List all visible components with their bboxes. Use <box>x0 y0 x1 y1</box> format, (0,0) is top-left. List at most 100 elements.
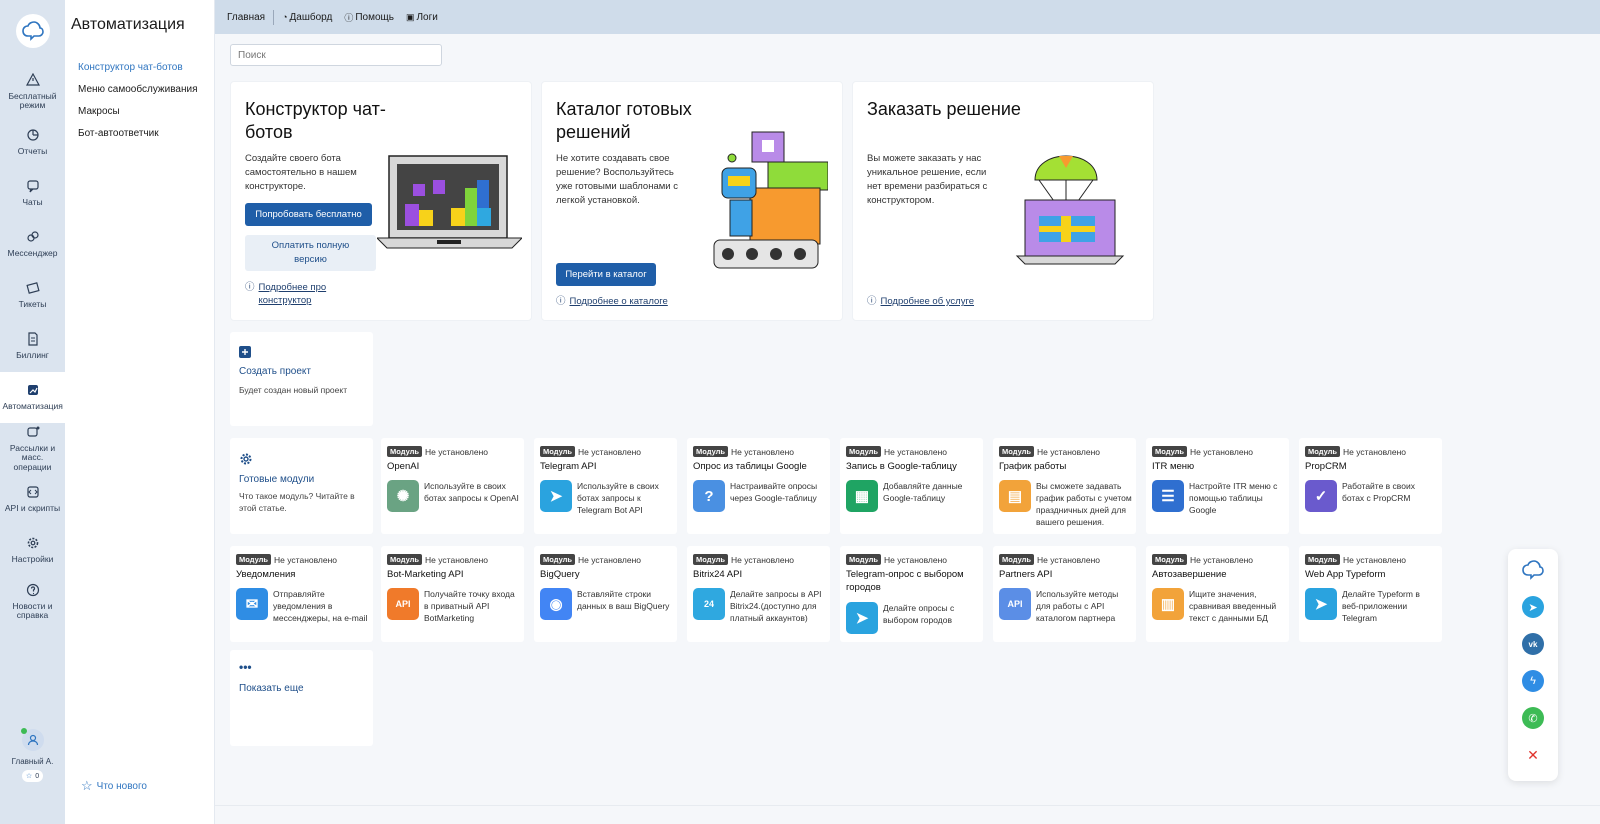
show-more-card[interactable]: ••• Показать еще <box>230 650 373 746</box>
module-status: Не установлено <box>1037 554 1101 565</box>
search-input[interactable] <box>230 44 442 66</box>
module-header: Модуль Не установлено <box>999 554 1100 565</box>
stars-badge[interactable]: ☆ 0 <box>21 770 44 782</box>
builder-more-link[interactable]: ⓘ Подробнее про конструктор <box>245 281 355 307</box>
rail-item-label: Чаты <box>22 197 43 208</box>
module-card[interactable]: Модуль Не установлено Bot-Marketing API API… <box>381 546 524 642</box>
menu-item-autoresponder[interactable]: Бот-автоответчик <box>78 128 214 139</box>
module-card[interactable]: Модуль Не установлено Partners API API Испол… <box>993 546 1136 642</box>
module-tag: Модуль <box>999 554 1035 565</box>
nav-help-label: Помощь <box>355 11 394 23</box>
catalog-more-link[interactable]: ⓘ Подробнее о каталоге <box>556 295 668 308</box>
menu-item-self-service[interactable]: Меню самообслуживания <box>78 84 214 95</box>
module-icon: ➤ <box>846 602 878 634</box>
rail-item-code[interactable]: API и скрипты <box>0 474 65 525</box>
menu-item-macros[interactable]: Макросы <box>78 106 214 117</box>
cloud-chat-icon <box>1522 560 1544 580</box>
close-icon: ✕ <box>1527 746 1539 763</box>
module-icon: ✉ <box>236 588 268 620</box>
avatar[interactable] <box>20 728 44 751</box>
module-card[interactable]: Модуль Не установлено Запись в Google-табл… <box>840 438 983 534</box>
module-header: Модуль Не установлено <box>693 446 794 457</box>
nav-help[interactable]: ⓘ Помощь <box>344 11 394 24</box>
ready-modules-title: Готовые модули <box>239 474 315 485</box>
robot-boxes-illustration <box>713 131 828 269</box>
order-more-link[interactable]: ⓘ Подробнее об услуге <box>867 295 974 308</box>
module-card[interactable]: Модуль Не установлено BigQuery ◉ Вставляйте … <box>534 546 677 642</box>
module-desc: Ищите значения, сравнивая введенный текс… <box>1189 589 1277 623</box>
automation-icon <box>26 383 40 397</box>
module-desc: Вставляйте строки данных в ваш BigQuery <box>577 589 670 611</box>
whatsapp-button[interactable]: ✆ <box>1522 707 1544 729</box>
module-desc: Добавляйте данные Google-таблицу <box>883 481 963 503</box>
rail-item-pie-chart[interactable]: Отчеты <box>0 117 65 168</box>
ready-modules-card[interactable]: Готовые модули Что такое модуль? Читайте… <box>230 438 373 534</box>
stars-count: 0 <box>35 772 40 780</box>
module-icon: 24 <box>693 588 725 620</box>
module-tag: Модуль <box>693 446 729 457</box>
module-desc: Делайте запросы в API Bitrix24.(доступно… <box>730 589 822 623</box>
module-card[interactable]: Модуль Не установлено Уведомления ✉ Отправля… <box>230 546 373 642</box>
module-name: OpenAI <box>387 461 420 472</box>
widget-logo-button[interactable] <box>1522 559 1544 581</box>
nav-home[interactable]: Главная <box>227 12 265 23</box>
section-title: Автоматизация <box>71 16 185 33</box>
module-tag: Модуль <box>846 554 882 565</box>
whats-new-link[interactable]: ☆ Что нового <box>81 778 147 794</box>
warning-icon <box>25 72 40 87</box>
close-widget-button[interactable]: ✕ <box>1522 744 1544 766</box>
messenger-icon <box>26 230 40 244</box>
messenger-button[interactable]: ϟ <box>1522 670 1544 692</box>
module-header: Модуль Не установлено <box>540 446 641 457</box>
nav-logs[interactable]: ▣ Логи <box>406 12 438 23</box>
module-name: Telegram-опрос с выбором городов <box>846 569 964 593</box>
module-name: Опрос из таблицы Google <box>693 461 807 472</box>
module-icon: API <box>387 588 419 620</box>
footer-divider <box>215 805 1600 806</box>
module-card[interactable]: Модуль Не установлено График работы ▤ Вы смо… <box>993 438 1136 534</box>
module-card[interactable]: Модуль Не установлено Telegram API ➤ Использ… <box>534 438 677 534</box>
pie-chart-icon <box>26 128 40 142</box>
star-icon: ☆ <box>25 773 33 780</box>
rail-item-help[interactable]: Новости и справка <box>0 576 65 627</box>
create-project-card[interactable]: Создать проект Будет создан новый проект <box>230 332 373 426</box>
module-card[interactable]: Модуль Не установлено Bitrix24 API 24 Делайт… <box>687 546 830 642</box>
module-tag: Модуль <box>236 554 272 565</box>
pay-full-button[interactable]: Оплатить полную версию <box>245 235 376 271</box>
rail-item-messenger[interactable]: Мессенджер <box>0 219 65 270</box>
module-status: Не установлено <box>884 554 948 565</box>
promo-text: Создайте своего бота самостоятельно в на… <box>245 153 357 192</box>
module-card[interactable]: Модуль Не установлено Telegram-опрос с выб… <box>840 546 983 642</box>
module-desc: Настройте ITR меню с помощью таблицы Goo… <box>1189 481 1278 515</box>
module-card[interactable]: Модуль Не установлено OpenAI ✺ Используйте в… <box>381 438 524 534</box>
module-header: Модуль Не установлено <box>1152 554 1253 565</box>
nav-dashboard[interactable]: ◔ Дашборд <box>282 12 332 23</box>
module-card[interactable]: Модуль Не установлено ITR меню ☰ Настройте I… <box>1146 438 1289 534</box>
module-card[interactable]: Модуль Не установлено Опрос из таблицы Goo… <box>687 438 830 534</box>
module-desc: Отправляйте уведомления в мессенджеры, н… <box>273 589 368 623</box>
module-card[interactable]: Модуль Не установлено PropCRM ✓ Работайте в … <box>1299 438 1442 534</box>
go-to-catalog-button[interactable]: Перейти в каталог <box>556 263 656 286</box>
main-content: Конструктор чат-ботов Создайте своего бо… <box>215 34 1600 824</box>
vk-button[interactable]: vk <box>1522 633 1544 655</box>
rail-item-automation[interactable]: Автоматизация <box>0 372 65 423</box>
telegram-button[interactable]: ➤ <box>1522 596 1544 618</box>
module-card[interactable]: Модуль Не установлено Web App Typeform ➤ Дел… <box>1299 546 1442 642</box>
laptop-tetris-illustration <box>377 155 522 249</box>
section-panel: Автоматизация Конструктор чат-ботов Меню… <box>65 0 215 824</box>
rail-item-broadcast[interactable]: Рассылки и масс. операции <box>0 423 65 474</box>
module-card[interactable]: Модуль Не установлено Автозавершение ▥ Ищите… <box>1146 546 1289 642</box>
menu-item-bot-builder[interactable]: Конструктор чат-ботов <box>78 62 214 73</box>
rail-item-chat[interactable]: Чаты <box>0 168 65 219</box>
rail-item-gear[interactable]: Настройки <box>0 525 65 576</box>
user-block[interactable]: Главный А. ☆ 0 <box>0 728 65 782</box>
rail-item-warning[interactable]: Бесплатный режим <box>0 66 65 117</box>
app-logo[interactable] <box>15 14 50 48</box>
rail-nav: Бесплатный режим Отчеты Чаты Мессенджер Тике… <box>0 66 65 627</box>
try-free-button[interactable]: Попробовать бесплатно <box>245 203 372 226</box>
rail-item-document[interactable]: Биллинг <box>0 321 65 372</box>
chat-icon <box>26 179 40 193</box>
module-icon: ✓ <box>1305 480 1337 512</box>
rail-item-ticket[interactable]: Тикеты <box>0 270 65 321</box>
module-status: Не установлено <box>884 446 948 457</box>
